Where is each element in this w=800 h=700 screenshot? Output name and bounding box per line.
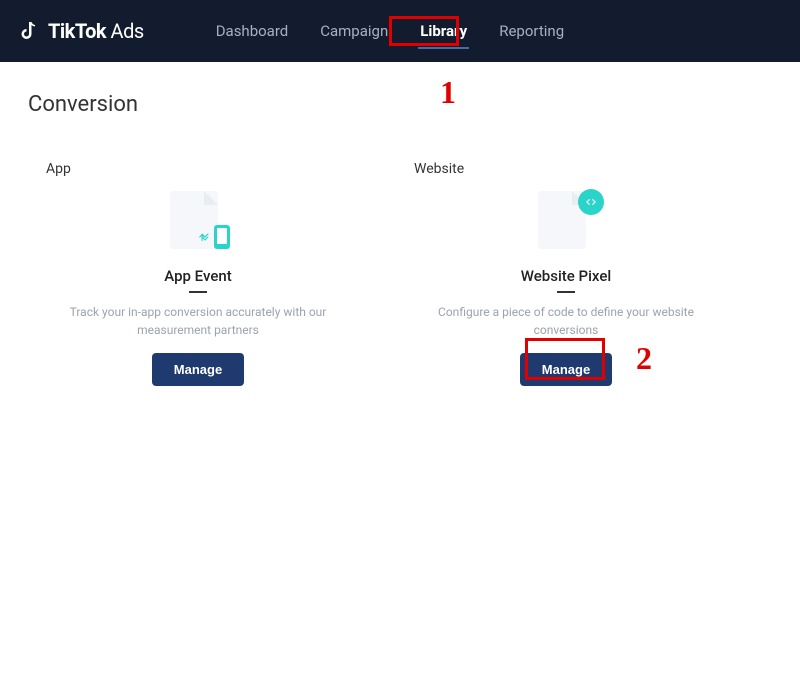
annotation-number-1: 1 — [440, 74, 456, 111]
main-nav: Dashboard Campaign Library Reporting — [214, 16, 566, 46]
brand-logo: TikTok Ads — [18, 19, 144, 43]
app-card: App App Event Track your in-app conversi… — [28, 145, 368, 414]
website-manage-button[interactable]: Manage — [520, 353, 612, 386]
nav-dashboard[interactable]: Dashboard — [214, 16, 291, 46]
divider — [189, 291, 207, 293]
website-card: Website Website Pixel Configure a piece … — [396, 145, 736, 414]
website-pixel-icon — [530, 191, 602, 255]
nav-reporting[interactable]: Reporting — [497, 16, 566, 46]
nav-campaign[interactable]: Campaign — [318, 16, 390, 46]
cards-row: App App Event Track your in-app conversi… — [28, 145, 772, 414]
app-card-label: App — [46, 161, 350, 177]
website-card-label: Website — [414, 161, 718, 177]
page-content: Conversion App App Event Track your in-a… — [0, 62, 800, 444]
website-card-description: Configure a piece of code to define your… — [431, 303, 701, 339]
annotation-number-2: 2 — [636, 340, 652, 377]
page-title: Conversion — [28, 92, 772, 117]
app-event-icon — [162, 191, 234, 255]
top-nav-bar: TikTok Ads Dashboard Campaign Library Re… — [0, 0, 800, 62]
divider — [557, 291, 575, 293]
tiktok-icon — [18, 19, 42, 43]
code-icon — [578, 189, 604, 215]
app-manage-button[interactable]: Manage — [152, 353, 244, 386]
nav-library[interactable]: Library — [418, 16, 469, 46]
app-card-description: Track your in-app conversion accurately … — [63, 303, 333, 339]
app-card-heading: App Event — [164, 267, 231, 285]
brand-text: TikTok Ads — [48, 19, 144, 43]
website-card-heading: Website Pixel — [521, 267, 611, 285]
